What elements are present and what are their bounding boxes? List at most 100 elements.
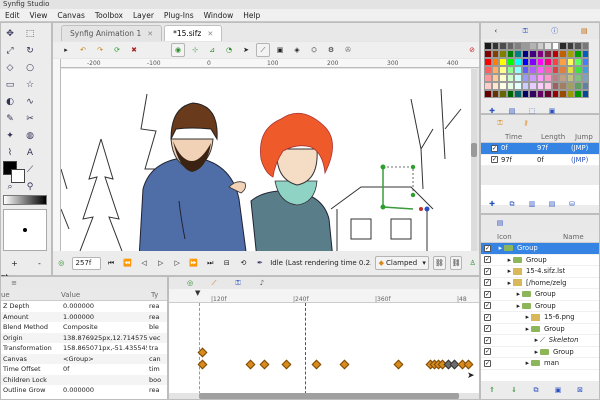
play-icon[interactable]: ▷ — [154, 256, 167, 270]
rotate-tool-icon[interactable]: ↻ — [23, 44, 37, 58]
prev-keyframe-icon[interactable]: ⏪ — [121, 256, 134, 270]
palette-swatch[interactable] — [484, 50, 492, 58]
expander-icon[interactable]: ▸ — [494, 267, 513, 275]
fill-tool-icon[interactable]: ◍ — [23, 129, 37, 143]
circle-tool-icon[interactable]: ○ — [23, 61, 37, 75]
menu-item-layer[interactable]: Layer — [128, 11, 159, 20]
layer-row[interactable]: ✓ ▸ Group — [481, 254, 599, 266]
text-tool-icon[interactable]: A — [23, 146, 37, 160]
palette-swatch[interactable] — [529, 58, 537, 66]
palette-swatch[interactable] — [521, 82, 529, 90]
timetrack-scrollbar[interactable] — [169, 393, 479, 399]
layer-visibility-checkbox[interactable]: ✓ — [484, 279, 491, 287]
layers-tab-icon[interactable]: ▤ — [493, 216, 507, 230]
layer-visibility-checkbox[interactable]: ✓ — [484, 348, 491, 356]
palette-swatch[interactable] — [484, 42, 492, 50]
params-tab-icon[interactable]: ≡ — [7, 276, 21, 290]
palette-swatch[interactable] — [581, 90, 589, 98]
keyframes-tab-icon[interactable]: ⚿ — [231, 276, 245, 290]
keyframe-row[interactable]: ✓ 97f 0f (JMP) — [481, 154, 599, 166]
menu-item-view[interactable]: View — [25, 11, 53, 20]
palette-swatch[interactable] — [506, 66, 514, 74]
param-value[interactable]: <Group> — [61, 353, 147, 364]
palette-swatch[interactable] — [536, 82, 544, 90]
palette-swatch[interactable] — [521, 90, 529, 98]
menu-item-toolbox[interactable]: Toolbox — [90, 11, 128, 20]
palette-swatch[interactable] — [514, 50, 522, 58]
palette-swatch[interactable] — [544, 42, 552, 50]
palette-swatch[interactable] — [559, 82, 567, 90]
tab-15-sifz[interactable]: *15.sifz ✕ — [164, 25, 223, 41]
info-icon[interactable]: ⓘ — [548, 24, 562, 38]
expander-icon[interactable]: ▸ — [494, 325, 531, 333]
layer-row[interactable]: ✓ ▸ Group — [481, 243, 599, 255]
palette-swatch[interactable] — [484, 66, 492, 74]
raise-layer-icon[interactable]: ⇑ — [485, 383, 499, 397]
param-row[interactable]: Amount 1.000000 rea — [1, 311, 167, 322]
loop-icon[interactable]: ⟲ — [237, 256, 250, 270]
seek-begin-icon[interactable]: ⏮ — [105, 256, 118, 270]
palette-swatch[interactable] — [514, 42, 522, 50]
palette-swatch[interactable] — [499, 58, 507, 66]
palette-swatch[interactable] — [551, 82, 559, 90]
layer-visibility-checkbox[interactable]: ✓ — [484, 302, 491, 310]
skeleton-tool-icon[interactable]: ⚲ — [23, 180, 37, 194]
param-row[interactable]: Origin 138.876925px,12.714575 vec — [1, 332, 167, 343]
palette-swatch[interactable] — [499, 90, 507, 98]
param-value[interactable]: 0.000000 — [61, 301, 147, 312]
palette-swatch[interactable] — [581, 74, 589, 82]
palette-swatch[interactable] — [499, 82, 507, 90]
remove-keyframe-icon[interactable]: ▥ — [525, 197, 539, 211]
animation-mode-icon[interactable]: ◎ — [55, 256, 68, 270]
palette-swatch[interactable] — [529, 50, 537, 58]
delete-layer-icon[interactable]: ⊠ — [573, 383, 587, 397]
palette-swatch[interactable] — [566, 66, 574, 74]
palette-swatch[interactable] — [536, 74, 544, 82]
palette-swatch[interactable] — [536, 90, 544, 98]
palette-swatch[interactable] — [566, 42, 574, 50]
palette-swatch[interactable] — [491, 66, 499, 74]
tab-synfig-animation-1[interactable]: Synfig Animation 1 ✕ — [61, 25, 163, 41]
menu-item-help[interactable]: Help — [238, 11, 265, 20]
palette-swatch[interactable] — [559, 90, 567, 98]
param-value[interactable] — [61, 374, 147, 385]
palette-swatch[interactable] — [484, 58, 492, 66]
palette-swatch[interactable] — [506, 82, 514, 90]
palette-swatch[interactable] — [521, 50, 529, 58]
vertical-scrollbar[interactable] — [471, 69, 477, 259]
time-cursor[interactable] — [305, 303, 306, 399]
palette-swatch[interactable] — [574, 90, 582, 98]
palette-swatch[interactable] — [536, 42, 544, 50]
next-keyframe-icon[interactable]: ⏩ — [187, 256, 200, 270]
palette-swatch[interactable] — [514, 58, 522, 66]
close-icon[interactable]: ✕ — [147, 30, 153, 38]
guides-icon[interactable]: ⊿ — [205, 43, 219, 57]
palette-swatch[interactable] — [491, 82, 499, 90]
waypoint-diamond[interactable] — [393, 359, 404, 370]
palette-swatch[interactable] — [544, 50, 552, 58]
palette-swatch[interactable] — [484, 90, 492, 98]
undo-icon[interactable]: ↶ — [76, 43, 90, 57]
keyframe-active-checkbox[interactable]: ✓ — [491, 156, 498, 164]
menu-item-edit[interactable]: Edit — [0, 11, 25, 20]
palette-swatch[interactable] — [566, 90, 574, 98]
add-keyframe-icon[interactable]: ✚ — [485, 197, 499, 211]
keyframe-lock-icon[interactable]: ⚿ — [493, 116, 507, 130]
navigator-tab-icon[interactable]: ▤ — [577, 24, 591, 38]
palette-swatch[interactable] — [499, 50, 507, 58]
toggle-ducks-icon[interactable]: ⚙ — [324, 43, 338, 57]
param-value[interactable]: 0f — [61, 364, 147, 375]
palette-swatch[interactable] — [544, 74, 552, 82]
palette-swatch[interactable] — [499, 74, 507, 82]
palette-swatch[interactable] — [566, 82, 574, 90]
scale-tool-icon[interactable]: ⤢ — [3, 44, 17, 58]
layer-row[interactable]: ✓ ▸ Group — [481, 300, 599, 312]
snap-grid-icon[interactable]: ⊹ — [188, 43, 202, 57]
palette-swatch[interactable] — [574, 82, 582, 90]
eyedrop-tool-icon[interactable]: ⌇ — [3, 146, 17, 160]
bounds-icon[interactable]: ⊟ — [221, 256, 234, 270]
param-row[interactable]: Canvas <Group> can — [1, 353, 167, 364]
palette-swatch[interactable] — [491, 58, 499, 66]
duplicate-layer-icon[interactable]: ⧉ — [529, 383, 543, 397]
preview-icon[interactable]: ✇ — [341, 43, 355, 57]
